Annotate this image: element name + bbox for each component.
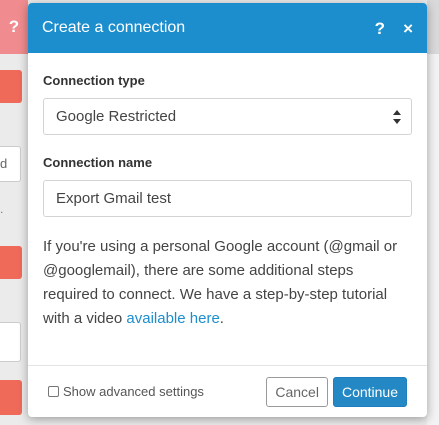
connection-type-value: Google Restricted — [56, 108, 177, 125]
background-right-strip — [427, 0, 439, 425]
advanced-settings-checkbox[interactable] — [48, 386, 59, 397]
background-button[interactable] — [0, 70, 22, 103]
advanced-settings-label: Show advanced settings — [63, 384, 204, 399]
dialog-header: Create a connection ? × — [28, 3, 427, 53]
cancel-button[interactable]: Cancel — [266, 376, 328, 407]
tutorial-link[interactable]: available here — [126, 310, 219, 327]
advanced-settings-toggle[interactable]: Show advanced settings — [48, 384, 266, 399]
background-help-button[interactable]: ? — [0, 0, 28, 54]
dialog-title: Create a connection — [42, 19, 186, 36]
continue-button[interactable]: Continue — [332, 376, 407, 407]
connection-name-label: Connection name — [43, 155, 153, 170]
dialog-body: Connection type Google Restricted Connec… — [28, 53, 427, 331]
connection-name-value: Export Gmail test — [56, 190, 172, 207]
background-field[interactable]: d — [0, 146, 21, 182]
connection-name-input[interactable]: Export Gmail test — [43, 180, 412, 217]
background-help-icon: ? — [8, 17, 20, 36]
create-connection-dialog: Create a connection ? × Connection type … — [28, 3, 427, 417]
background-button[interactable] — [0, 246, 22, 279]
close-icon[interactable]: × — [403, 20, 413, 37]
help-text-end: . — [219, 310, 224, 327]
background-field[interactable] — [0, 322, 21, 362]
connection-type-label: Connection type — [43, 73, 145, 88]
background-button[interactable] — [0, 380, 22, 415]
background-dot: . — [0, 202, 4, 216]
select-arrows-icon — [393, 110, 401, 124]
dialog-footer: Show advanced settings Cancel Continue — [28, 365, 427, 417]
help-text: If you're using a personal Google accoun… — [43, 235, 412, 331]
background-right-strip-top — [427, 0, 439, 54]
connection-type-select[interactable]: Google Restricted — [43, 98, 412, 135]
help-icon[interactable]: ? — [375, 20, 385, 37]
